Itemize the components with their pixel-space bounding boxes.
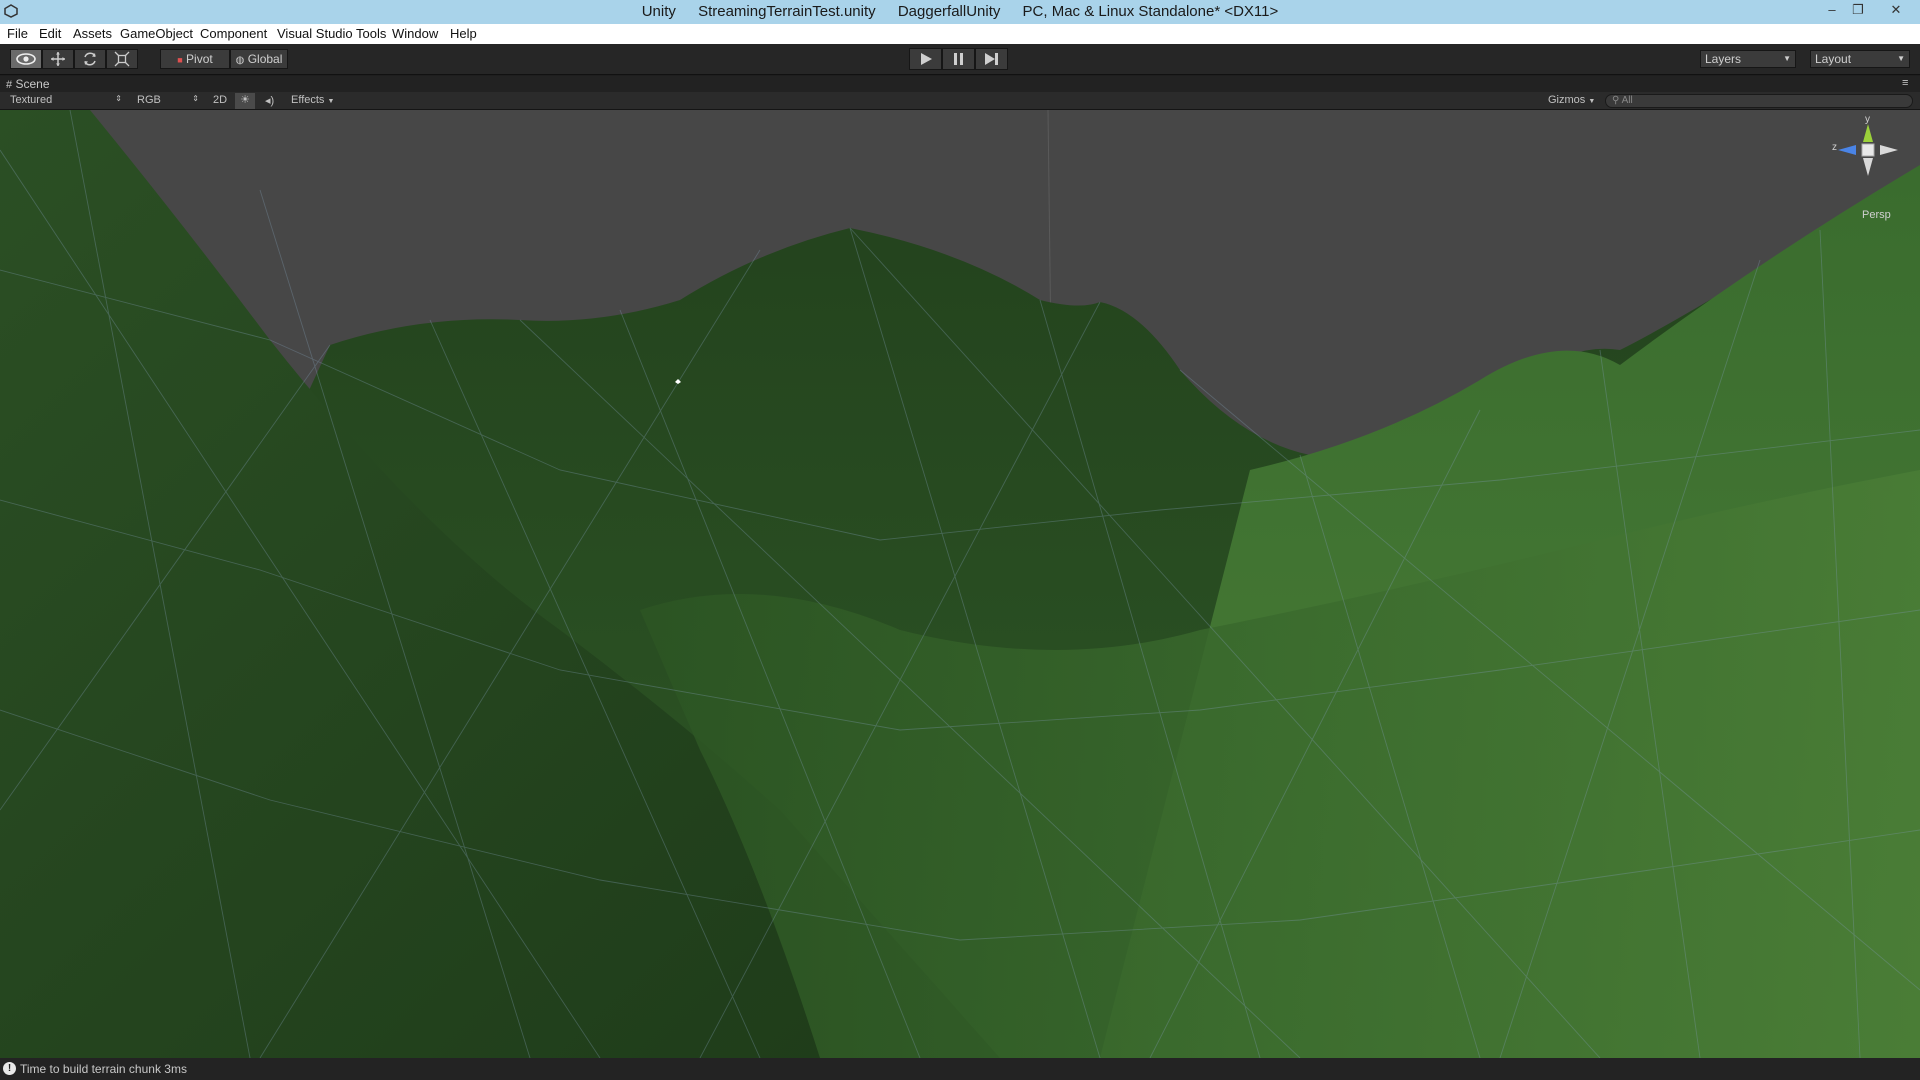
move-tool-button[interactable]: [42, 49, 74, 69]
search-icon: ⚲: [1612, 95, 1620, 106]
layers-label: Layers: [1705, 52, 1742, 66]
effects-dropdown[interactable]: Effects ▼: [291, 94, 334, 106]
scene-viewport[interactable]: y z Persp: [0, 110, 1920, 1058]
close-button[interactable]: ✕: [1879, 0, 1913, 22]
restore-button[interactable]: ❐: [1843, 0, 1873, 22]
title-app: Unity: [641, 3, 676, 20]
global-icon: ◍: [235, 55, 245, 66]
scale-tool-button[interactable]: [106, 49, 138, 69]
menu-visual-studio-tools[interactable]: Visual Studio Tools: [277, 26, 386, 41]
menu-edit[interactable]: Edit: [39, 26, 61, 41]
global-label: Global: [247, 52, 283, 66]
tab-scene-label: Scene: [15, 77, 50, 91]
menu-component[interactable]: Component: [200, 26, 267, 41]
info-icon: !: [3, 1062, 16, 1075]
render-mode-dropdown[interactable]: RGB ⇕: [137, 94, 199, 106]
grid-icon: #: [6, 79, 13, 91]
updown-arrow-icon: ⇕: [115, 94, 122, 103]
main-toolbar: ■ Pivot ◍ Global Layers ▼ Layout ▼: [0, 44, 1920, 75]
scene-search-input[interactable]: ⚲ All: [1605, 94, 1913, 108]
menu-file[interactable]: File: [7, 26, 28, 41]
scene-orientation-gizmo[interactable]: y z Persp: [1832, 114, 1904, 221]
eye-icon: [16, 53, 36, 65]
hand-tool-button[interactable]: [10, 49, 42, 69]
gizmos-dropdown[interactable]: Gizmos ▼: [1548, 94, 1595, 106]
pivot-toggle[interactable]: ■ Pivot: [160, 49, 230, 69]
sun-icon: ☀: [240, 94, 250, 106]
menu-bar: File Edit Assets GameObject Component Vi…: [0, 24, 1920, 44]
status-message[interactable]: Time to build terrain chunk 3ms: [20, 1062, 187, 1076]
move-icon: [51, 52, 65, 66]
shading-mode-label: Textured: [10, 94, 53, 106]
pivot-label: Pivot: [186, 52, 213, 66]
global-toggle[interactable]: ◍ Global: [230, 49, 288, 69]
pause-icon: [954, 53, 963, 65]
gizmos-label: Gizmos: [1548, 94, 1586, 106]
menu-window[interactable]: Window: [392, 26, 438, 41]
scale-icon: [114, 51, 130, 67]
gizmo-y-label: y: [1865, 114, 1870, 125]
gizmo-z-label: z: [1832, 142, 1837, 153]
window-title: Unity StreamingTerrainTest.unity Daggerf…: [0, 3, 1920, 20]
chevron-down-icon: ▼: [1783, 54, 1791, 63]
menu-help[interactable]: Help: [450, 26, 477, 41]
axis-gizmo-icon: [1838, 124, 1898, 176]
chevron-down-icon: ▼: [1588, 98, 1596, 105]
pause-button[interactable]: [942, 48, 975, 70]
search-placeholder: All: [1621, 95, 1633, 106]
audio-toggle[interactable]: ◂): [265, 94, 274, 107]
updown-arrow-icon: ⇕: [192, 94, 199, 103]
layers-dropdown[interactable]: Layers ▼: [1700, 50, 1796, 68]
rotate-icon: [84, 52, 96, 66]
chevron-down-icon: ▼: [1897, 54, 1905, 63]
step-icon: [985, 53, 998, 65]
step-button[interactable]: [975, 48, 1008, 70]
title-scene: StreamingTerrainTest.unity: [698, 3, 876, 20]
menu-gameobject[interactable]: GameObject: [120, 26, 193, 41]
mode-2d-toggle[interactable]: 2D: [213, 94, 227, 106]
pivot-icon: ■: [177, 55, 183, 65]
tab-scene[interactable]: # Scene: [6, 77, 66, 92]
title-project: DaggerfallUnity: [897, 3, 1001, 20]
menu-assets[interactable]: Assets: [73, 26, 112, 41]
terrain-render: [0, 110, 1920, 1058]
title-platform: PC, Mac & Linux Standalone* <DX11>: [1022, 3, 1279, 20]
rotate-tool-button[interactable]: [74, 49, 106, 69]
lighting-toggle[interactable]: ☀: [235, 93, 255, 109]
effects-label: Effects: [291, 94, 325, 106]
speaker-icon: ◂): [265, 95, 275, 107]
projection-label[interactable]: Persp: [1862, 209, 1891, 221]
title-bar: Unity StreamingTerrainTest.unity Daggerf…: [0, 0, 1920, 24]
play-icon: [921, 53, 932, 65]
scene-tab-row: # Scene ≡: [0, 76, 1920, 92]
chevron-down-icon: ▼: [327, 98, 335, 105]
status-bar: ! Time to build terrain chunk 3ms: [0, 1058, 1920, 1080]
shading-mode-dropdown[interactable]: Textured ⇕: [10, 94, 122, 106]
panel-menu-icon[interactable]: ≡: [1902, 77, 1908, 89]
layout-label: Layout: [1815, 52, 1852, 66]
render-mode-label: RGB: [137, 94, 161, 106]
play-button[interactable]: [909, 48, 942, 70]
layout-dropdown[interactable]: Layout ▼: [1810, 50, 1910, 68]
scene-toolbar: Textured ⇕ RGB ⇕ 2D ☀ ◂) Effects ▼ Gizmo…: [0, 92, 1920, 110]
